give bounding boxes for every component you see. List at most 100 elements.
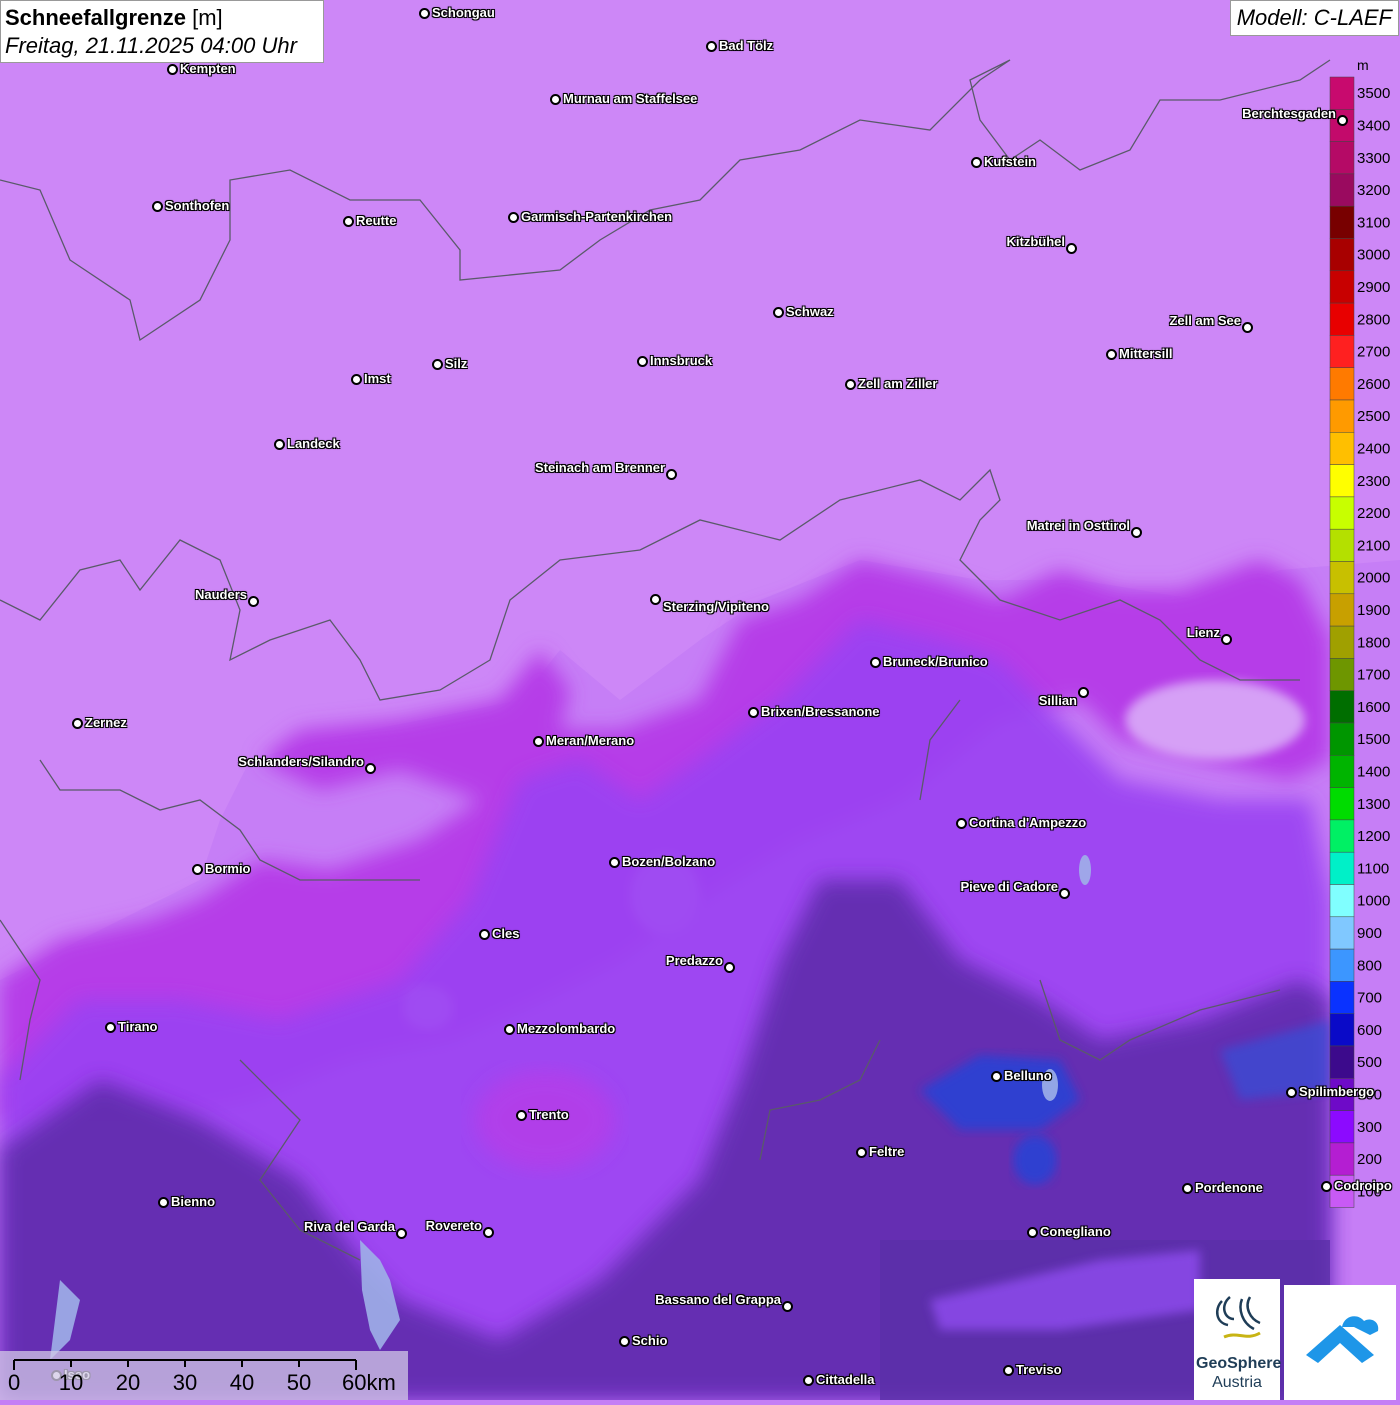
city-label: Cittadella (816, 1372, 875, 1387)
legend-swatch (1329, 884, 1355, 918)
city-label: Spilimbergo (1299, 1084, 1375, 1099)
city-label: Sterzing/Vipiteno (663, 599, 769, 614)
city-marker (419, 8, 430, 19)
city-label: Schongau (432, 5, 495, 20)
legend-swatch (1329, 464, 1355, 498)
city-marker (1106, 349, 1117, 360)
legend-label: 1100 (1357, 860, 1389, 877)
city-label: Pieve di Cadore (960, 879, 1058, 894)
legend-swatch (1329, 625, 1355, 659)
city-label: Codroipo (1334, 1178, 1392, 1193)
map-island (1125, 680, 1305, 760)
legend-swatch (1329, 173, 1355, 207)
geosphere-logo-line1: GeoSphere (1196, 1355, 1282, 1372)
city-marker (1003, 1365, 1014, 1376)
legend-label: 2100 (1357, 537, 1390, 554)
scale-label: 0 (8, 1370, 21, 1395)
legend-label: 3200 (1357, 182, 1390, 199)
legend-swatch (1329, 1142, 1355, 1176)
legend-swatch (1329, 432, 1355, 465)
legend-swatch (1329, 76, 1355, 110)
city-label: Bad Tölz (719, 38, 774, 53)
city-label: Mittersill (1119, 346, 1173, 361)
city-label: Berchtesgaden (1242, 106, 1336, 121)
legend-swatch (1329, 1045, 1355, 1079)
city-marker (167, 64, 178, 75)
city-marker (365, 763, 376, 774)
legend-swatch (1329, 270, 1355, 304)
city-marker (158, 1197, 169, 1208)
city-label: Bozen/Bolzano (622, 854, 716, 869)
map-title: Schneefallgrenze [m] (5, 4, 319, 32)
legend-label: 2000 (1357, 570, 1390, 587)
cloud-roof-icon (1306, 1316, 1379, 1363)
weather-warning-logo (1284, 1285, 1396, 1400)
city-label: Zell am Ziller (858, 376, 938, 391)
city-label: Steinach am Brenner (534, 460, 665, 475)
city-marker (1027, 1227, 1038, 1238)
city-marker (483, 1227, 494, 1238)
legend-label: 2500 (1357, 408, 1390, 425)
legend-swatch (1329, 819, 1355, 853)
city-marker (782, 1301, 793, 1312)
city-label: Riva del Garda (303, 1219, 395, 1234)
city-label: Landeck (287, 436, 340, 451)
city-marker (1066, 243, 1077, 254)
city-marker (508, 212, 519, 223)
scale-label: 60km (342, 1370, 396, 1395)
city-marker (105, 1022, 116, 1033)
city-label: Bormio (205, 861, 251, 876)
legend-label: 800 (1357, 957, 1382, 974)
city-marker (274, 439, 285, 450)
city-label: Belluno (1004, 1068, 1052, 1083)
city-label: Mezzolombardo (517, 1021, 616, 1036)
legend-swatch (1329, 1110, 1355, 1144)
legend-swatch (1329, 302, 1355, 336)
legend-label: 2400 (1357, 440, 1390, 457)
scale-label: 40 (229, 1370, 255, 1395)
city-marker (351, 374, 362, 385)
city-marker (773, 307, 784, 318)
legend-label: 3400 (1357, 117, 1390, 134)
city-marker (1286, 1087, 1297, 1098)
legend-swatch (1329, 367, 1355, 401)
city-marker (1182, 1183, 1193, 1194)
legend-label: 900 (1357, 925, 1382, 942)
legend-swatch (1329, 787, 1355, 821)
city-label: Kempten (180, 61, 236, 76)
legend-label: 3000 (1357, 247, 1390, 264)
legend-label: 1700 (1357, 667, 1390, 684)
city-marker (72, 718, 83, 729)
city-marker (706, 41, 717, 52)
city-marker (637, 356, 648, 367)
legend-unit: m (1357, 57, 1369, 73)
city-label: Meran/Merano (546, 733, 635, 748)
city-marker (248, 596, 259, 607)
geosphere-emblem-icon (1215, 1296, 1261, 1339)
map-datetime: Freitag, 21.11.2025 04:00 Uhr (5, 33, 297, 58)
map-title-unit: [m] (192, 5, 223, 30)
city-label: Matrei in Osttirol (1026, 518, 1130, 533)
city-marker (1131, 527, 1142, 538)
legend-label: 1500 (1357, 731, 1390, 748)
city-label: Feltre (869, 1144, 905, 1159)
city-label: Reutte (356, 213, 397, 228)
city-marker (550, 94, 561, 105)
city-label: Schlanders/Silandro (238, 754, 364, 769)
city-label: Brixen/Bressanone (761, 704, 880, 719)
legend-label: 3100 (1357, 214, 1390, 231)
legend-label: 3500 (1357, 85, 1390, 102)
model-label: Modell: C-LAEF (1229, 0, 1399, 36)
legend-swatch (1329, 1013, 1355, 1047)
city-marker (956, 818, 967, 829)
legend-label: 2800 (1357, 311, 1390, 328)
city-label: Innsbruck (650, 353, 713, 368)
city-label: Bruneck/Brunico (883, 654, 988, 669)
legend-swatch (1329, 141, 1355, 175)
city-marker (748, 707, 759, 718)
city-label: Tirano (118, 1019, 158, 1034)
legend-swatch (1329, 528, 1355, 562)
city-marker (533, 736, 544, 747)
city-label: Kufstein (984, 154, 1036, 169)
legend-label: 1800 (1357, 634, 1390, 651)
